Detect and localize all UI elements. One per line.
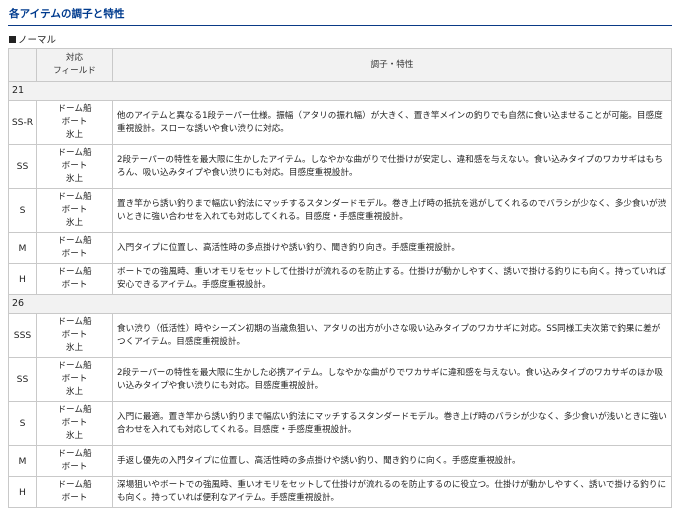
field-item: ドーム船 (57, 317, 92, 327)
section-subheading: ノーマル (9, 32, 672, 46)
header-field-line1: 対応 (65, 53, 84, 63)
field-item: 氷上 (65, 343, 84, 353)
field-item: ボート (61, 161, 88, 171)
field-item: ドーム船 (57, 361, 92, 371)
field-item: ドーム船 (57, 192, 92, 202)
model-cell: S (8, 188, 37, 233)
table-row: SS ドーム船 ボート 氷上 2段テーパーの特性を最大限に生かしたアイテム。しなやかな曲… (8, 144, 672, 189)
table-row: S ドーム船 ボート 氷上 入門に最適。置き竿から誘い釣りまで幅広い釣法にマッチするスタ… (8, 401, 672, 446)
page: 各アイテムの調子と特性 ノーマル 対応 フィールド 調子・特性 21 SS-R ドー… (0, 0, 680, 508)
square-bullet-icon (9, 35, 16, 43)
field-item: ドーム船 (57, 267, 92, 277)
field-item: ドーム船 (57, 480, 92, 490)
table-row: H ドーム船 ボート ボートでの強風時、重いオモリをセットして仕掛けが流れるのを防止す… (8, 263, 672, 295)
table-row: S ドーム船 ボート 氷上 置き竿から誘い釣りまで幅広い釣法にマッチするスタンダードモデ… (8, 188, 672, 233)
field-cell: ドーム船 ボート (36, 476, 113, 508)
field-item: 氷上 (65, 174, 84, 184)
field-item: 氷上 (65, 218, 84, 228)
header-spec: 調子・特性 (112, 48, 672, 82)
table-row: SS-R ドーム船 ボート 氷上 他のアイテムと異なる1段テーパー仕様。振幅（アタリの振… (8, 100, 672, 145)
field-item: 氷上 (65, 130, 84, 140)
field-cell: ドーム船 ボート (36, 232, 113, 264)
field-item: ドーム船 (57, 148, 92, 158)
spec-description: 置き竿から誘い釣りまで幅広い釣法にマッチするスタンダードモデル。巻き上げ時の抵抗… (112, 188, 672, 233)
field-cell: ドーム船 ボート (36, 445, 113, 477)
group-label: 21 (8, 81, 672, 101)
table-row: SSS ドーム船 ボート 氷上 食い渋り（低活性）時やシーズン初期の当歳魚狙い、アタリの… (8, 313, 672, 358)
field-item: ドーム船 (57, 236, 92, 246)
spec-description: 2段テーパーの特性を最大限に生かしたアイテム。しなやかな曲がりで仕掛けが安定し、… (112, 144, 672, 189)
field-item: ボート (61, 330, 88, 340)
field-cell: ドーム船 ボート 氷上 (36, 100, 113, 145)
header-field: 対応 フィールド (36, 48, 113, 82)
field-item: ドーム船 (57, 104, 92, 114)
table-header-row: 対応 フィールド 調子・特性 (8, 48, 672, 82)
field-cell: ドーム船 ボート 氷上 (36, 144, 113, 189)
model-cell: SS (8, 357, 37, 402)
field-item: ボート (61, 117, 88, 127)
model-cell: S (8, 401, 37, 446)
field-item: ボート (61, 493, 88, 503)
table-row: M ドーム船 ボート 入門タイプに位置し、高活性時の多点掛けや誘い釣り、聞き釣り向き。… (8, 232, 672, 264)
field-cell: ドーム船 ボート 氷上 (36, 313, 113, 358)
spec-description: 入門タイプに位置し、高活性時の多点掛けや誘い釣り、聞き釣り向き。手感度重視設計。 (112, 232, 672, 264)
model-cell: M (8, 232, 37, 264)
field-item: ボート (61, 374, 88, 384)
group-row: 26 (8, 294, 672, 314)
group-label: 26 (8, 294, 672, 314)
field-item: 氷上 (65, 431, 84, 441)
table-row: SS ドーム船 ボート 氷上 2段テーパーの特性を最大限に生かした必携アイテム。しなやか… (8, 357, 672, 402)
spec-description: ボートでの強風時、重いオモリをセットして仕掛けが流れるのを防止する。仕掛けが動か… (112, 263, 672, 295)
field-item: ドーム船 (57, 405, 92, 415)
spec-description: 深場狙いやボートでの強風時、重いオモリをセットして仕掛けが流れるのを防止するのに… (112, 476, 672, 508)
model-cell: H (8, 476, 37, 508)
model-cell: H (8, 263, 37, 295)
header-field-line2: フィールド (53, 66, 96, 76)
table-row: M ドーム船 ボート 手返し優先の入門タイプに位置し、高活性時の多点掛けや誘い釣り、聞… (8, 445, 672, 477)
spec-description: 他のアイテムと異なる1段テーパー仕様。振幅（アタリの振れ幅）が大きく、置き竿メイ… (112, 100, 672, 145)
field-cell: ドーム船 ボート 氷上 (36, 401, 113, 446)
model-cell: M (8, 445, 37, 477)
subheading-label: ノーマル (18, 35, 57, 46)
spec-description: 2段テーパーの特性を最大限に生かした必携アイテム。しなやかな曲がりでワカサギに違… (112, 357, 672, 402)
table-body: 21 SS-R ドーム船 ボート 氷上 他のアイテムと異なる1段テーパー仕様。振幅（アタリ… (8, 81, 672, 508)
header-model (8, 48, 37, 82)
field-item: ボート (61, 418, 88, 428)
field-item: 氷上 (65, 387, 84, 397)
field-item: ボート (61, 249, 88, 259)
field-item: ボート (61, 205, 88, 215)
model-cell: SSS (8, 313, 37, 358)
model-cell: SS (8, 144, 37, 189)
field-item: ボート (61, 462, 88, 472)
field-item: ボート (61, 280, 88, 290)
field-cell: ドーム船 ボート 氷上 (36, 357, 113, 402)
spec-description: 手返し優先の入門タイプに位置し、高活性時の多点掛けや誘い釣り、聞き釣りに向く。手… (112, 445, 672, 477)
spec-description: 入門に最適。置き竿から誘い釣りまで幅広い釣法にマッチするスタンダードモデル。巻き… (112, 401, 672, 446)
field-cell: ドーム船 ボート (36, 263, 113, 295)
field-item: ドーム船 (57, 449, 92, 459)
field-cell: ドーム船 ボート 氷上 (36, 188, 113, 233)
model-cell: SS-R (8, 100, 37, 145)
table-row: H ドーム船 ボート 深場狙いやボートでの強風時、重いオモリをセットして仕掛けが流れる… (8, 476, 672, 508)
group-row: 21 (8, 81, 672, 101)
page-title: 各アイテムの調子と特性 (8, 6, 672, 26)
spec-description: 食い渋り（低活性）時やシーズン初期の当歳魚狙い、アタリの出方が小さな吸い込みタイ… (112, 313, 672, 358)
spec-table: 対応 フィールド 調子・特性 21 SS-R ドーム船 ボート 氷上 他のアイテムと異なる… (8, 48, 672, 508)
